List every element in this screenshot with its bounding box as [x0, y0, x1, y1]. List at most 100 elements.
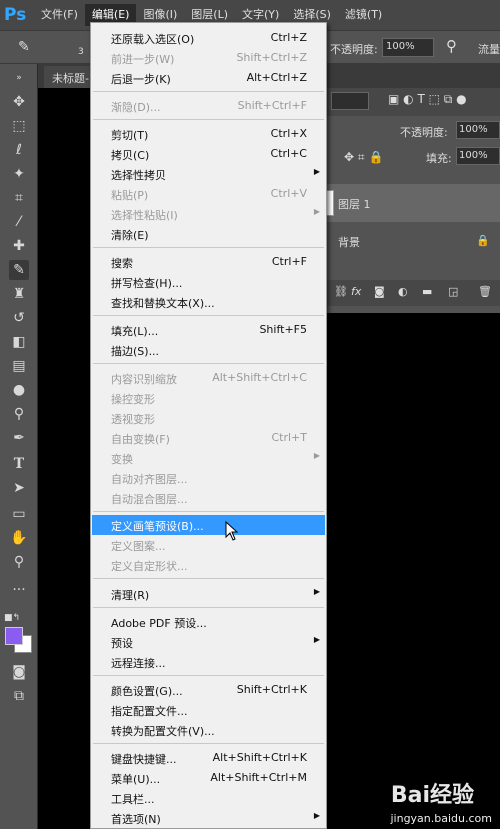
menu-item-search[interactable]: 搜索 Ctrl+F: [92, 252, 325, 272]
menu-item-copy[interactable]: 拷贝(C) Ctrl+C: [92, 144, 325, 164]
menu-filter[interactable]: 滤镜(T): [338, 4, 389, 26]
crop-tool-icon[interactable]: ⌗: [9, 188, 29, 208]
magic-wand-tool-icon[interactable]: ✦: [9, 164, 29, 184]
pen-tool-icon[interactable]: ✒: [9, 428, 29, 448]
menu-separator: [93, 511, 324, 512]
menu-item-define-custom-shape[interactable]: 定义自定形状...: [92, 555, 325, 575]
layers-panel-footer: ⛓ fx ◙ ◐ ▬ ◲ 🗑: [326, 280, 500, 306]
new-layer-icon[interactable]: ◲: [448, 285, 458, 298]
menu-item-auto-blend-layers[interactable]: 自动混合图层...: [92, 488, 325, 508]
menu-separator: [93, 119, 324, 120]
mask-icon[interactable]: ◙: [374, 285, 385, 298]
menu-item-undo[interactable]: 还原载入选区(O) Ctrl+Z: [92, 28, 325, 48]
menu-item-assign-profile[interactable]: 指定配置文件...: [92, 700, 325, 720]
type-tool-icon[interactable]: T: [9, 454, 29, 474]
menu-item-paste-special[interactable]: 选择性粘贴(I) ▶: [92, 204, 325, 224]
filter-pixel-icon[interactable]: ▣ ◐ T ⬚ ⧉ ●: [388, 92, 467, 107]
menu-item-perspective-warp[interactable]: 透视变形: [92, 408, 325, 428]
menu-item-find-replace[interactable]: 查找和替换文本(X)...: [92, 292, 325, 312]
filter-kind-select[interactable]: [331, 92, 369, 110]
layer-row[interactable]: 图层 1: [326, 184, 500, 222]
edit-menu-dropdown: 还原载入选区(O) Ctrl+Z 前进一步(W) Shift+Ctrl+Z 后退一步…: [90, 22, 327, 829]
menu-item-preferences[interactable]: 首选项(N) ▶: [92, 808, 325, 828]
collapse-icon[interactable]: »: [9, 68, 29, 88]
lock-icon: 🔒: [476, 234, 490, 247]
hand-tool-icon[interactable]: ✋: [9, 528, 29, 548]
menu-separator: [93, 743, 324, 744]
layers-panel: ▣ ◐ T ⬚ ⧉ ● 不透明度: 100% ✥ ⌗ 🔒 填充: 100% 图层…: [325, 88, 500, 313]
menu-item-menus[interactable]: 菜单(U)... Alt+Shift+Ctrl+M: [92, 768, 325, 788]
menu-separator: [93, 91, 324, 92]
menu-item-stroke[interactable]: 描边(S)...: [92, 340, 325, 360]
menu-item-transform[interactable]: 变换 ▶: [92, 448, 325, 468]
blur-tool-icon[interactable]: ●: [9, 380, 29, 400]
airbrush-icon[interactable]: ⚲: [446, 37, 457, 55]
brush-preset-icon[interactable]: ✎: [18, 39, 30, 55]
brush-size-value[interactable]: 3: [78, 47, 84, 57]
gradient-tool-icon[interactable]: ▤: [9, 356, 29, 376]
menu-item-step-forward[interactable]: 前进一步(W) Shift+Ctrl+Z: [92, 48, 325, 68]
marquee-tool-icon[interactable]: ⬚: [9, 116, 29, 136]
menu-item-purge[interactable]: 清理(R) ▶: [92, 584, 325, 604]
menu-item-copy-special[interactable]: 选择性拷贝 ▶: [92, 164, 325, 184]
menu-item-paste[interactable]: 粘贴(P) Ctrl+V: [92, 184, 325, 204]
zoom-tool-icon[interactable]: ⚲: [9, 552, 29, 572]
fx-icon[interactable]: fx: [351, 285, 361, 298]
eyedropper-tool-icon[interactable]: ⁄: [9, 212, 29, 232]
link-icon[interactable]: ⛓: [334, 285, 348, 298]
brush-tool-icon[interactable]: ✎: [9, 260, 29, 280]
menu-item-keyboard-shortcuts[interactable]: 键盘快捷键... Alt+Shift+Ctrl+K: [92, 748, 325, 768]
layers-panel-filter-row: ▣ ◐ T ⬚ ⧉ ●: [326, 88, 500, 116]
menu-separator: [93, 363, 324, 364]
screen-mode-icon[interactable]: ⧉: [9, 686, 29, 706]
menu-item-fade[interactable]: 渐隐(D)... Shift+Ctrl+F: [92, 96, 325, 116]
lasso-tool-icon[interactable]: ℓ: [9, 140, 29, 160]
history-brush-tool-icon[interactable]: ↺: [9, 308, 29, 328]
menu-item-toolbar[interactable]: 工具栏...: [92, 788, 325, 808]
submenu-arrow-icon: ▶: [313, 811, 320, 820]
rectangle-tool-icon[interactable]: ▭: [9, 504, 29, 524]
menu-item-remote-connections[interactable]: 远程连接...: [92, 652, 325, 672]
move-tool-icon[interactable]: ✥: [9, 92, 29, 112]
layer-name[interactable]: 图层 1: [338, 196, 371, 212]
baidu-watermark-logo: Bai经验: [390, 783, 474, 808]
adjustment-icon[interactable]: ◐: [398, 285, 408, 298]
folder-icon[interactable]: ▬: [422, 285, 432, 298]
lock-icons[interactable]: ✥ ⌗ 🔒: [344, 150, 383, 165]
more-tools-icon[interactable]: ···: [9, 580, 29, 600]
stamp-tool-icon[interactable]: ♜: [9, 284, 29, 304]
menu-item-content-aware-scale[interactable]: 内容识别缩放 Alt+Shift+Ctrl+C: [92, 368, 325, 388]
menu-item-cut[interactable]: 剪切(T) Ctrl+X: [92, 124, 325, 144]
menu-item-color-settings[interactable]: 颜色设置(G)... Shift+Ctrl+K: [92, 680, 325, 700]
menu-item-puppet-warp[interactable]: 操控变形: [92, 388, 325, 408]
menu-item-free-transform[interactable]: 自由变换(F) Ctrl+T: [92, 428, 325, 448]
layer-name[interactable]: 背景: [338, 234, 360, 250]
menu-item-define-brush-preset[interactable]: 定义画笔预设(B)...: [92, 515, 325, 535]
menu-item-spell-check[interactable]: 拼写检查(H)...: [92, 272, 325, 292]
quick-mask-icon[interactable]: ◙: [9, 662, 29, 682]
healing-tool-icon[interactable]: ✚: [9, 236, 29, 256]
menu-item-define-pattern[interactable]: 定义图案...: [92, 535, 325, 555]
menu-item-convert-to-profile[interactable]: 转换为配置文件(V)...: [92, 720, 325, 740]
menu-item-step-backward[interactable]: 后退一步(K) Alt+Ctrl+Z: [92, 68, 325, 88]
fill-field[interactable]: 100%: [456, 147, 500, 165]
foreground-color-swatch[interactable]: [5, 627, 23, 645]
dodge-tool-icon[interactable]: ⚲: [9, 404, 29, 424]
mouse-cursor-icon: [225, 521, 239, 541]
menu-item-fill[interactable]: 填充(L)... Shift+F5: [92, 320, 325, 340]
eraser-tool-icon[interactable]: ◧: [9, 332, 29, 352]
layer-row[interactable]: 背景 🔒: [326, 222, 500, 260]
watermark-url: jingyan.baidu.com: [390, 812, 492, 825]
layer-opacity-label: 不透明度:: [400, 126, 448, 139]
menu-item-clear[interactable]: 清除(E): [92, 224, 325, 244]
menu-item-auto-align-layers[interactable]: 自动对齐图层...: [92, 468, 325, 488]
path-select-tool-icon[interactable]: ➤: [9, 478, 29, 498]
default-colors-icon[interactable]: ■↰: [4, 613, 20, 623]
tools-panel: » ✥ ⬚ ℓ ✦ ⌗ ⁄ ✚ ✎ ♜ ↺ ◧ ▤ ● ⚲ ✒ T ➤ ▭ ✋ …: [0, 64, 38, 829]
menu-file[interactable]: 文件(F): [34, 4, 85, 26]
menu-item-adobe-pdf-presets[interactable]: Adobe PDF 预设...: [92, 612, 325, 632]
menu-item-presets[interactable]: 预设 ▶: [92, 632, 325, 652]
trash-icon[interactable]: 🗑: [478, 285, 492, 298]
layer-opacity-field[interactable]: 100%: [456, 121, 500, 139]
opacity-field[interactable]: 100%: [382, 38, 434, 57]
